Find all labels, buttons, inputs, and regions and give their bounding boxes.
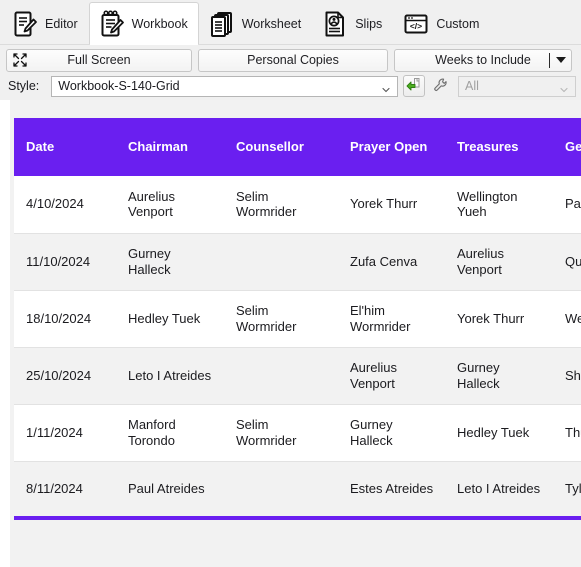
- cell-gems: Quentin (Vigar): [553, 232, 581, 290]
- style-row: Style: Workbook-S-140-Grid All: [0, 73, 581, 100]
- cell-treasures: Yorek Thurr: [445, 289, 553, 347]
- weeks-to-include-label: Weeks to Include: [435, 53, 531, 67]
- tab-label: Worksheet: [241, 16, 302, 31]
- tab-custom[interactable]: </> Custom: [393, 2, 491, 44]
- cell-prayer-open: Gurney Halleck: [338, 403, 445, 461]
- action-button-row: Full Screen Personal Copies Weeks to Inc…: [0, 45, 581, 73]
- cell-date: 1/11/2024: [14, 403, 116, 461]
- cell-prayer-open: Yorek Thurr: [338, 176, 445, 233]
- table-row[interactable]: 1/11/2024 Manford Torondo Selim Wormride…: [14, 403, 581, 461]
- cell-prayer-open: El'him Wormrider: [338, 289, 445, 347]
- cell-prayer-open: Estes Atreides: [338, 460, 445, 518]
- table-row[interactable]: 4/10/2024 Aurelius Venport Selim Wormrid…: [14, 176, 581, 233]
- wrench-icon: [433, 77, 449, 96]
- style-combobox-value: Workbook-S-140-Grid: [58, 79, 180, 93]
- cell-treasures: Hedley Tuek: [445, 403, 553, 461]
- workbook-preview-pane[interactable]: Date Chairman Counsellor Prayer Open Tre…: [0, 100, 581, 567]
- table-header-row: Date Chairman Counsellor Prayer Open Tre…: [14, 118, 581, 176]
- cell-counsellor: [224, 460, 338, 518]
- cell-chairman: Manford Torondo: [116, 403, 224, 461]
- document-pencil-icon: [12, 9, 38, 39]
- cell-gems: Tylwyth Waff: [553, 460, 581, 518]
- table-row[interactable]: 11/10/2024 Gurney Halleck Zufa Cenva Aur…: [14, 232, 581, 290]
- tab-label: Workbook: [131, 16, 188, 31]
- tab-editor[interactable]: Editor: [2, 2, 89, 44]
- table-row[interactable]: 8/11/2024 Paul Atreides Estes Atreides L…: [14, 460, 581, 518]
- cell-treasures: Gurney Halleck: [445, 346, 553, 404]
- schedule-table: Date Chairman Counsellor Prayer Open Tre…: [14, 118, 581, 520]
- tab-label: Custom: [436, 16, 480, 31]
- cell-chairman: Hedley Tuek: [116, 289, 224, 347]
- personal-copies-label: Personal Copies: [247, 53, 339, 67]
- tab-label: Editor: [45, 16, 78, 31]
- table-row[interactable]: 18/10/2024 Hedley Tuek Selim Wormrider E…: [14, 289, 581, 347]
- cell-gems: Paul Atreides: [553, 176, 581, 233]
- style-combobox[interactable]: Workbook-S-140-Grid: [51, 75, 398, 97]
- cell-date: 8/11/2024: [14, 460, 116, 518]
- cell-date: 4/10/2024: [14, 176, 116, 233]
- cell-counsellor: Selim Wormrider: [224, 289, 338, 347]
- stacked-pages-icon: [209, 9, 235, 39]
- tab-label: Slips: [355, 16, 383, 31]
- cell-counsellor: [224, 232, 338, 290]
- cell-counsellor: [224, 346, 338, 404]
- cell-gems: Thufir Hawat: [553, 403, 581, 461]
- table-body: 4/10/2024 Aurelius Venport Selim Wormrid…: [14, 176, 581, 518]
- cell-counsellor: Selim Wormrider: [224, 403, 338, 461]
- caret-down-icon[interactable]: [556, 57, 566, 63]
- main-tab-bar: Editor Workbook Worksheet Slips </> Cust…: [0, 0, 581, 45]
- split-separator: [549, 52, 550, 68]
- settings-button[interactable]: [430, 75, 452, 97]
- filter-combobox-value: All: [465, 79, 479, 93]
- cell-chairman: Gurney Halleck: [116, 232, 224, 290]
- style-label: Style:: [8, 79, 40, 93]
- cell-date: 11/10/2024: [14, 232, 116, 290]
- column-header-treasures[interactable]: Treasures: [445, 118, 553, 176]
- cell-gems: Wellington Yueh: [553, 289, 581, 347]
- cell-date: 25/10/2024: [14, 346, 116, 404]
- svg-text:</>: </>: [410, 21, 422, 31]
- table-row[interactable]: 25/10/2024 Leto I Atreides Aurelius Venp…: [14, 346, 581, 404]
- weeks-to-include-button[interactable]: Weeks to Include: [394, 48, 572, 72]
- personal-copies-button[interactable]: Personal Copies: [198, 48, 388, 72]
- column-header-gems[interactable]: Gems: [553, 118, 581, 176]
- notepad-pencil-icon: [99, 9, 125, 39]
- filter-combobox[interactable]: All: [458, 75, 576, 97]
- tab-worksheet[interactable]: Worksheet: [198, 2, 313, 44]
- import-green-arrow-icon: [406, 77, 422, 96]
- full-screen-button[interactable]: Full Screen: [6, 48, 192, 72]
- column-header-prayer-open[interactable]: Prayer Open: [338, 118, 445, 176]
- chevron-down-icon: [382, 83, 390, 93]
- cell-treasures: Wellington Yueh: [445, 176, 553, 233]
- cell-date: 18/10/2024: [14, 289, 116, 347]
- column-header-chairman[interactable]: Chairman: [116, 118, 224, 176]
- cell-gems: Shaddam Manor: [553, 346, 581, 404]
- schedule-document: Date Chairman Counsellor Prayer Open Tre…: [10, 100, 581, 567]
- person-document-icon: [322, 9, 348, 39]
- code-window-icon: </>: [403, 9, 429, 39]
- cell-prayer-open: Aurelius Venport: [338, 346, 445, 404]
- column-header-counsellor[interactable]: Counsellor: [224, 118, 338, 176]
- cell-prayer-open: Zufa Cenva: [338, 232, 445, 290]
- cell-treasures: Leto I Atreides: [445, 460, 553, 518]
- cell-chairman: Leto I Atreides: [116, 346, 224, 404]
- column-header-date[interactable]: Date: [14, 118, 116, 176]
- chevron-down-icon: [560, 83, 568, 93]
- full-screen-label: Full Screen: [67, 53, 131, 67]
- cell-chairman: Aurelius Venport: [116, 176, 224, 233]
- cell-chairman: Paul Atreides: [116, 460, 224, 518]
- tab-slips[interactable]: Slips: [312, 2, 394, 44]
- cell-treasures: Aurelius Venport: [445, 232, 553, 290]
- import-button[interactable]: [403, 75, 425, 97]
- tab-workbook[interactable]: Workbook: [88, 2, 199, 45]
- cell-counsellor: Selim Wormrider: [224, 176, 338, 233]
- expand-arrows-icon: [13, 53, 27, 67]
